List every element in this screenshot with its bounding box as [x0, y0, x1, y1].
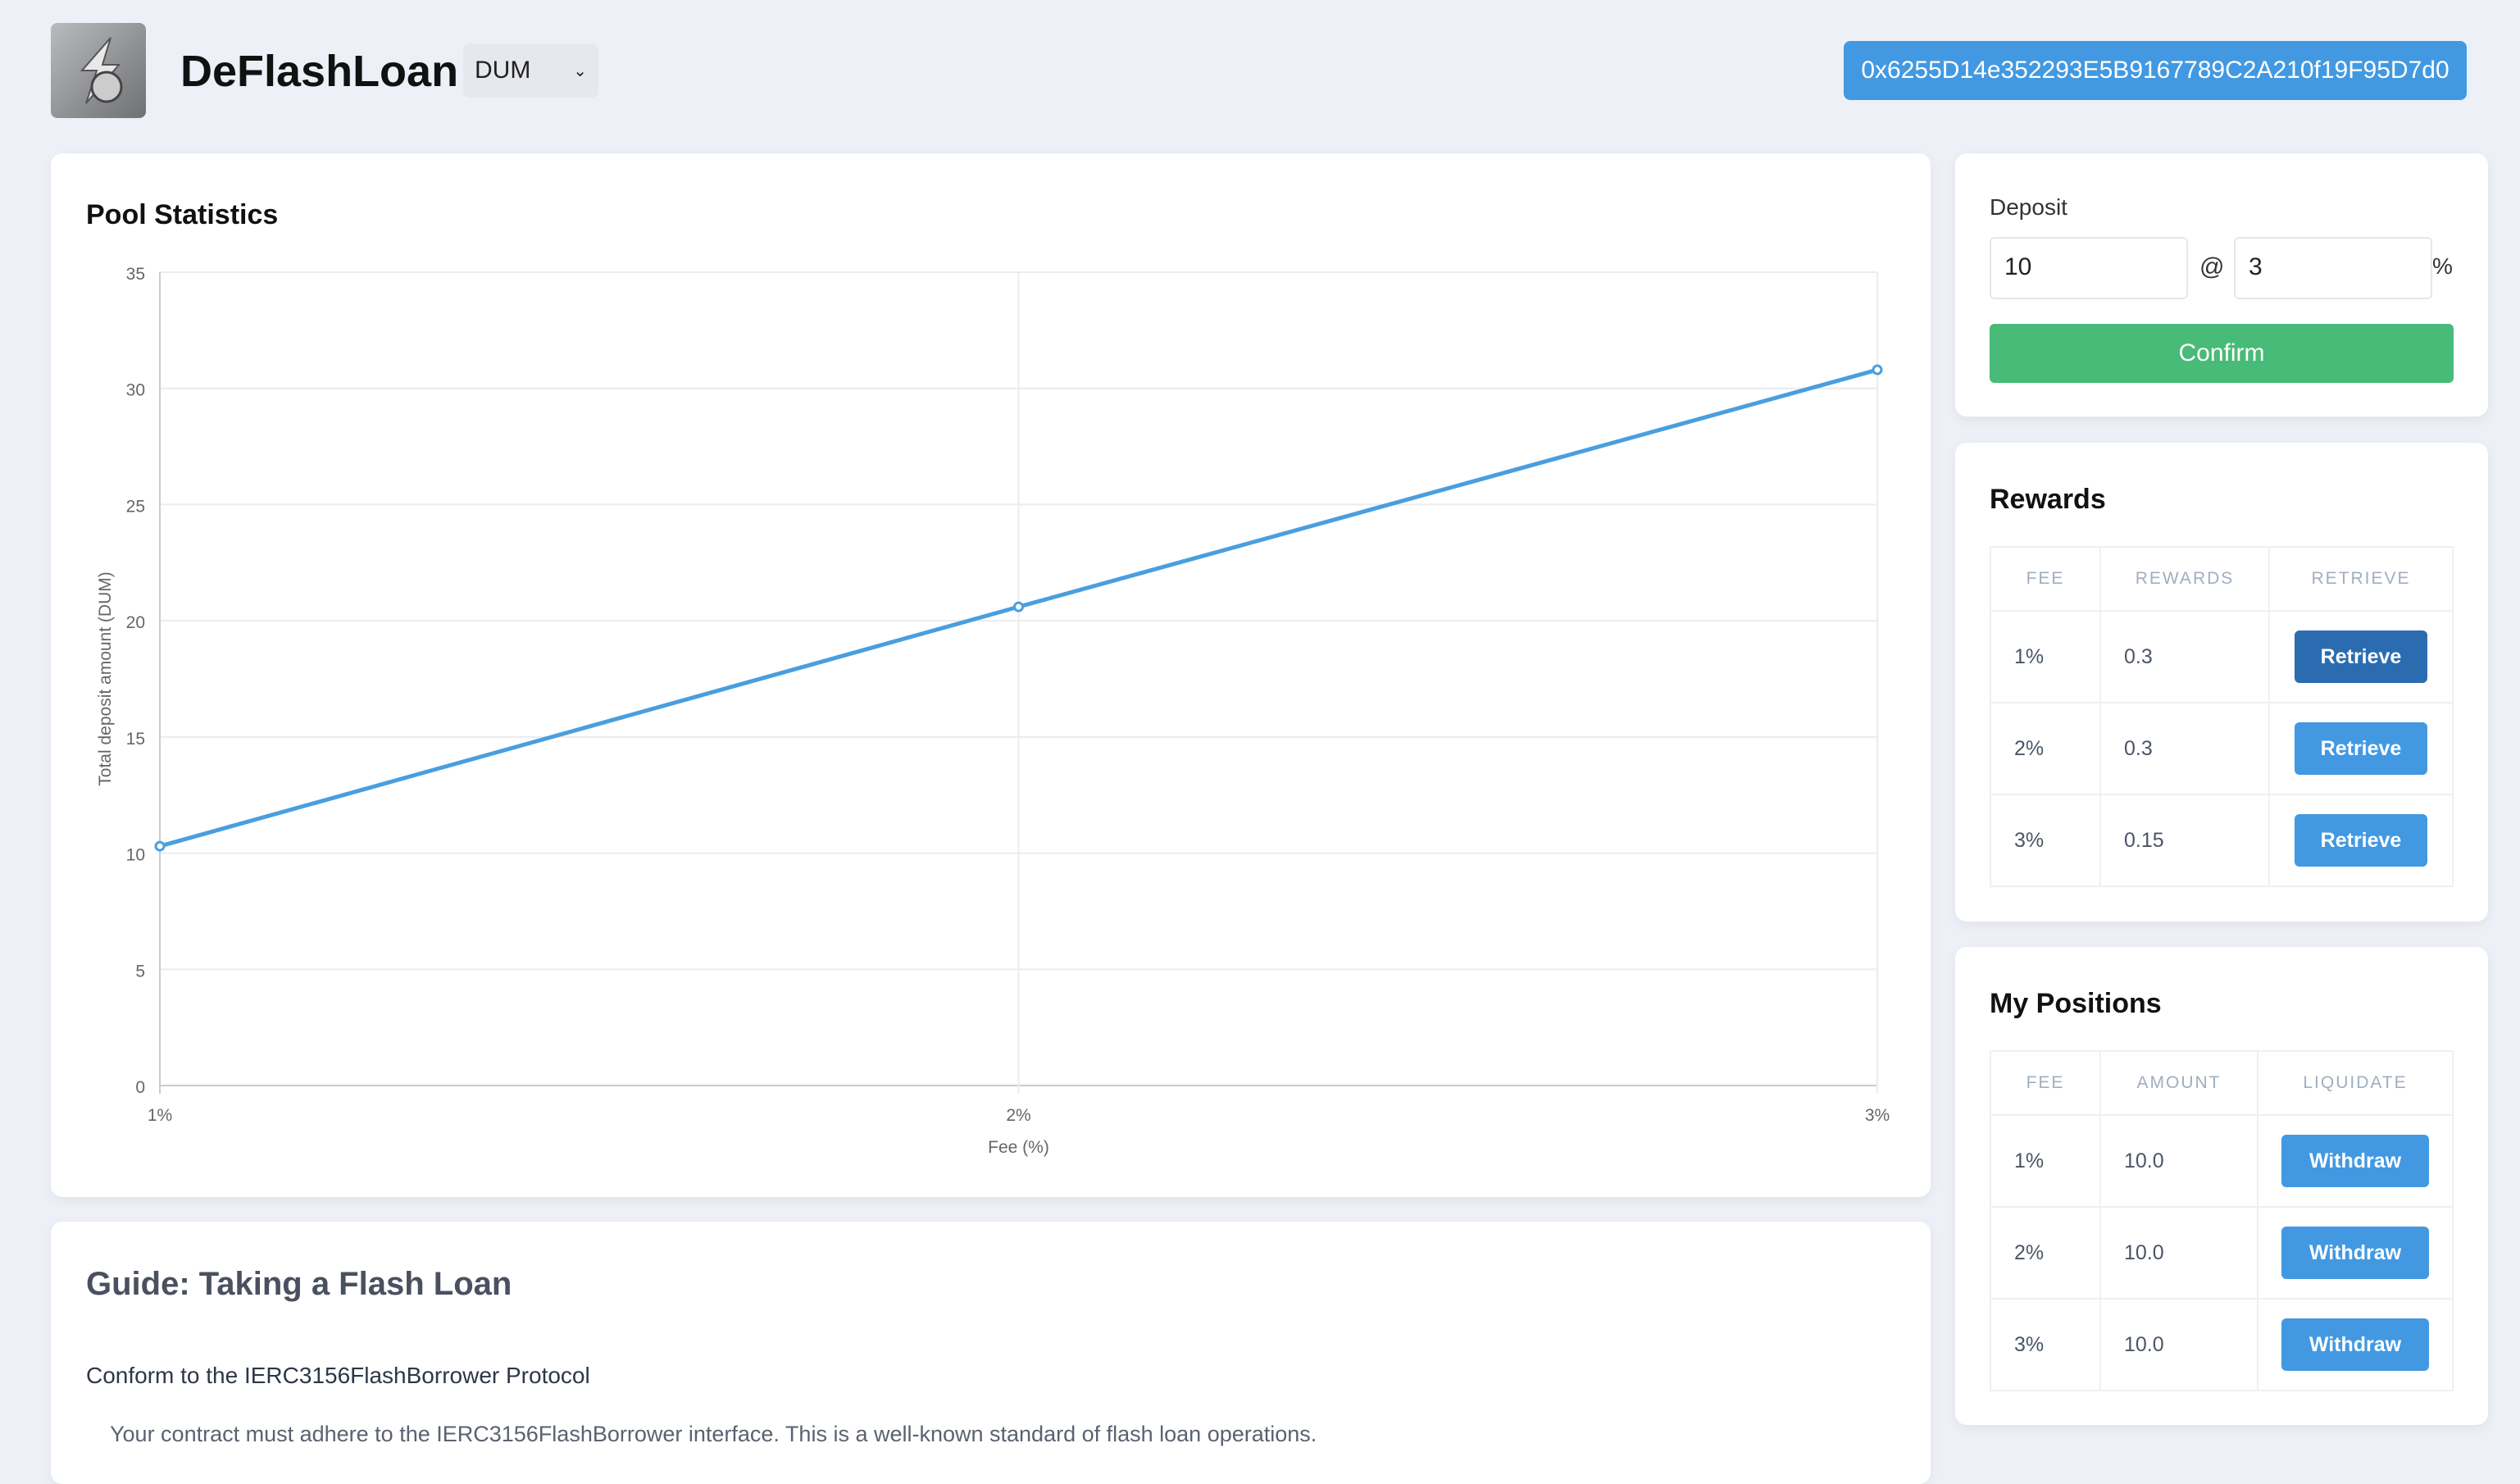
rewards-cell: 0.3 — [2099, 702, 2270, 795]
fee-cell: 3% — [1990, 1298, 2101, 1391]
fee-cell: 3% — [1990, 794, 2101, 887]
y-axis-label: Total deposit amount (DUM) — [96, 571, 115, 785]
guide-title: Guide: Taking a Flash Loan — [86, 1266, 512, 1302]
chevron-down-icon: ⌄ — [573, 61, 587, 80]
y-tick-label: 30 — [126, 381, 145, 400]
amount-cell: 10.0 — [2099, 1298, 2258, 1391]
data-point — [154, 840, 166, 852]
positions-table: FEE AMOUNT LIQUIDATE 1% 10.0 Withdraw 2% 10.0… — [1990, 1050, 2454, 1391]
pool-chart: 0 5 10 15 20 25 30 35 1% 2% 3% Fee (%) Total deposit… — [96, 265, 1890, 1157]
column-header: FEE — [1990, 1050, 2101, 1116]
card-title: My Positions — [1990, 988, 2162, 1019]
pool-statistics-card: Pool Statistics 0 5 10 15 20 25 30 35 1% 2% 3% Fee … — [51, 153, 1931, 1197]
rewards-table: FEE REWARDS RETRIEVE 1% 0.3 Retrieve 2% 0.3 Re… — [1990, 546, 2454, 887]
positions-card: My Positions FEE AMOUNT LIQUIDATE 1% 10.0 Wi… — [1955, 947, 2488, 1425]
lightning-coin-icon — [80, 37, 123, 104]
deposit-fee-input[interactable]: 3 — [2234, 237, 2432, 299]
y-tick-label: 5 — [135, 962, 145, 981]
x-axis-label: Fee (%) — [988, 1138, 1049, 1157]
wallet-address-button[interactable]: 0x6255D14e352293E5B9167789C2A210f19F95D7… — [1844, 41, 2467, 100]
card-title: Rewards — [1990, 484, 2106, 515]
table-row: 1% 10.0 Withdraw — [1990, 1114, 2454, 1208]
withdraw-button[interactable]: Withdraw — [2281, 1318, 2429, 1371]
deposit-amount-input[interactable]: 10 — [1990, 237, 2188, 299]
table-row: 2% 0.3 Retrieve — [1990, 702, 2454, 795]
column-header: FEE — [1990, 546, 2101, 612]
y-tick-label: 15 — [126, 730, 145, 749]
fee-cell: 1% — [1990, 610, 2101, 703]
y-tick-label: 25 — [126, 497, 145, 516]
rewards-card: Rewards FEE REWARDS RETRIEVE 1% 0.3 Retrieve… — [1955, 443, 2488, 922]
data-point — [1013, 601, 1024, 612]
table-row: 1% 0.3 Retrieve — [1990, 610, 2454, 703]
guide-step-text: Your contract must adhere to the IERC315… — [110, 1422, 1317, 1446]
table-row: 3% 0.15 Retrieve — [1990, 794, 2454, 887]
guide-step-title: Conform to the IERC3156FlashBorrower Pro… — [86, 1363, 590, 1388]
column-header: LIQUIDATE — [2257, 1050, 2454, 1116]
confirm-button[interactable]: Confirm — [1990, 324, 2454, 383]
column-header: RETRIEVE — [2268, 546, 2454, 612]
percent-symbol: % — [2432, 253, 2453, 279]
y-tick-label: 0 — [135, 1078, 145, 1097]
y-tick-label: 10 — [126, 846, 145, 865]
withdraw-button[interactable]: Withdraw — [2281, 1227, 2429, 1279]
app-title: DeFlashLoan — [180, 47, 459, 96]
data-point — [1872, 364, 1883, 376]
token-select-value: DUM — [475, 57, 531, 84]
amount-cell: 10.0 — [2099, 1206, 2258, 1300]
x-tick-label: 2% — [1006, 1106, 1030, 1125]
deposit-card: Deposit 10 @ 3 % Confirm — [1955, 153, 2488, 417]
token-select[interactable]: DUM ⌄ — [463, 43, 598, 98]
x-tick-label: 1% — [148, 1106, 172, 1125]
retrieve-button[interactable]: Retrieve — [2295, 630, 2427, 683]
rewards-cell: 0.3 — [2099, 610, 2270, 703]
guide-card: Guide: Taking a Flash Loan Conform to th… — [51, 1222, 1931, 1484]
x-tick-label: 3% — [1865, 1106, 1890, 1125]
rewards-cell: 0.15 — [2099, 794, 2270, 887]
table-row: 2% 10.0 Withdraw — [1990, 1206, 2454, 1300]
fee-cell: 1% — [1990, 1114, 2101, 1208]
column-header: REWARDS — [2099, 546, 2270, 612]
deposit-label: Deposit — [1990, 194, 2067, 220]
retrieve-button[interactable]: Retrieve — [2295, 722, 2427, 775]
fee-cell: 2% — [1990, 1206, 2101, 1300]
amount-cell: 10.0 — [2099, 1114, 2258, 1208]
withdraw-button[interactable]: Withdraw — [2281, 1135, 2429, 1187]
column-header: AMOUNT — [2099, 1050, 2258, 1116]
retrieve-button[interactable]: Retrieve — [2295, 814, 2427, 867]
table-row: 3% 10.0 Withdraw — [1990, 1298, 2454, 1391]
fee-cell: 2% — [1990, 702, 2101, 795]
y-tick-label: 20 — [126, 613, 145, 632]
at-symbol: @ — [2199, 253, 2225, 280]
y-tick-label: 35 — [126, 265, 145, 284]
app-logo — [51, 23, 146, 118]
